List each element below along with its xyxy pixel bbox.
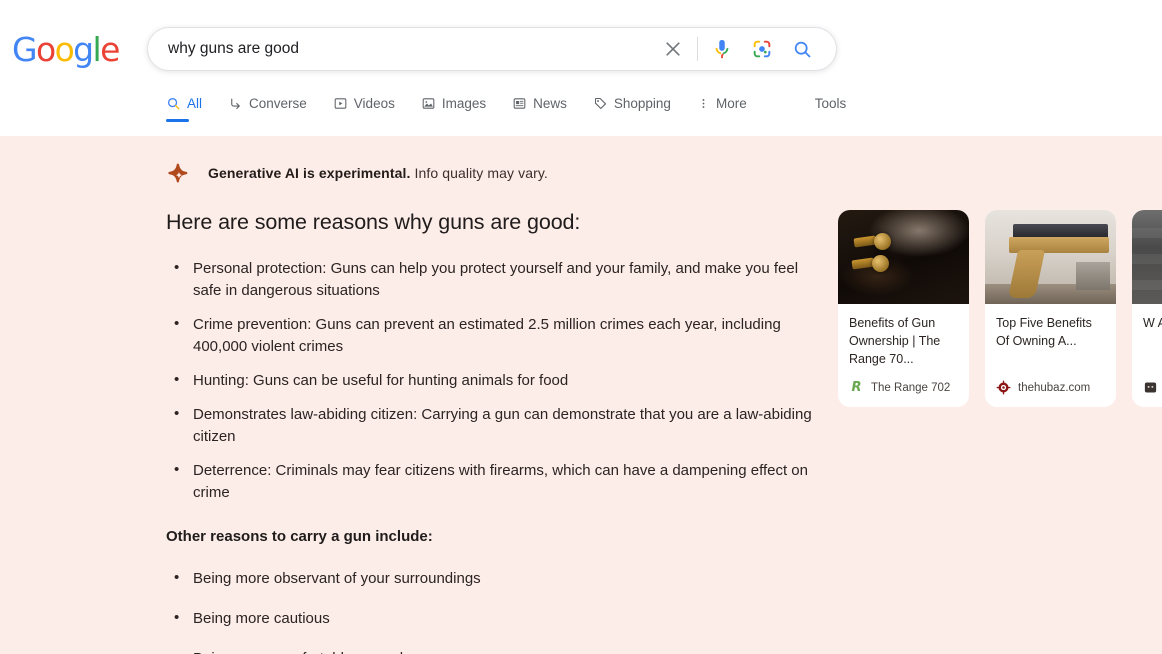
card-body: W Ar fo — [1132, 304, 1162, 368]
ai-answer-subheading: Other reasons to carry a gun include: — [166, 528, 433, 545]
card-thumbnail — [1132, 210, 1162, 304]
ai-answer: Here are some reasons why guns are good:… — [166, 208, 816, 654]
ai-source-cards: Benefits of Gun Ownership | The Range 70… — [838, 210, 1162, 407]
logo-letter-o1: o — [35, 30, 56, 69]
google-logo[interactable]: Google — [12, 30, 120, 69]
logo-letter-o2: o — [54, 30, 75, 69]
tab-videos[interactable]: Videos — [333, 96, 408, 122]
tab-news[interactable]: News — [512, 96, 580, 122]
concrete-wall-image — [1132, 210, 1162, 304]
ai-disclaimer-text: Generative AI is experimental. Info qual… — [208, 165, 548, 181]
tab-images[interactable]: Images — [421, 96, 499, 122]
logo-letter-g: g — [73, 30, 94, 69]
card-source: R The Range 702 — [838, 368, 969, 407]
card-source-name: thehubaz.com — [1018, 381, 1091, 394]
source-card[interactable]: Top Five Benefits Of Owning A... thehuba… — [985, 210, 1116, 407]
tag-icon — [594, 97, 606, 110]
tab-videos-label: Videos — [353, 96, 395, 111]
search-tabs: All Converse Videos Images News Shopping… — [166, 96, 846, 122]
card-source — [1132, 368, 1162, 407]
card-title: Benefits of Gun Ownership | The Range 70… — [849, 316, 941, 366]
card-title: W Ar fo — [1143, 316, 1162, 330]
tab-shopping[interactable]: Shopping — [593, 96, 684, 122]
card-thumbnail — [838, 210, 969, 304]
source-card[interactable]: W Ar fo — [1132, 210, 1162, 407]
search-bar-actions — [653, 29, 836, 69]
list-item: Personal protection: Guns can help you p… — [166, 257, 816, 302]
generic-dark-icon — [1143, 380, 1158, 395]
logo-letter-G: G — [12, 30, 38, 69]
sparkle-icon — [168, 163, 188, 183]
generative-ai-panel: Generative AI is experimental. Info qual… — [0, 136, 1162, 654]
ai-disclaimer: Generative AI is experimental. Info qual… — [166, 160, 548, 186]
video-icon — [334, 98, 347, 109]
converse-arrow-icon — [231, 98, 240, 110]
tab-all-label: All — [187, 96, 203, 111]
ai-answer-bullet-list: Personal protection: Guns can help you p… — [166, 257, 816, 504]
microphone-icon — [715, 39, 729, 59]
tab-images-label: Images — [441, 96, 487, 111]
card-body: Benefits of Gun Ownership | The Range 70… — [838, 304, 969, 368]
logo-letter-l: l — [92, 30, 102, 69]
list-item: Demonstrates law-abiding citizen: Carryi… — [166, 403, 816, 448]
image-icon — [422, 98, 435, 109]
search-bar[interactable] — [147, 27, 837, 71]
clear-search-button[interactable] — [653, 29, 693, 69]
tab-more[interactable]: More — [697, 96, 760, 122]
thehubaz-target-icon — [996, 380, 1011, 395]
site-icon — [1144, 382, 1157, 393]
card-body: Top Five Benefits Of Owning A... — [985, 304, 1116, 368]
close-icon — [666, 42, 680, 56]
ai-disclaimer-rest: Info quality may vary. — [410, 165, 548, 181]
google-lens-icon — [753, 40, 771, 58]
list-item: Hunting: Guns can be useful for hunting … — [166, 369, 816, 392]
news-icon — [513, 98, 526, 109]
google-search-results-page: Google why guns are good All Converse Vi… — [0, 0, 1162, 654]
tab-converse[interactable]: Converse — [228, 96, 320, 122]
bullets-smoke-image — [838, 210, 969, 304]
search-input[interactable] — [148, 40, 653, 58]
card-title: Top Five Benefits Of Owning A... — [996, 316, 1092, 348]
target-icon — [996, 380, 1011, 395]
source-card[interactable]: Benefits of Gun Ownership | The Range 70… — [838, 210, 969, 407]
tab-news-label: News — [533, 96, 567, 111]
search-divider — [697, 37, 698, 61]
search-submit-button[interactable] — [782, 29, 822, 69]
gold-pistol-image — [985, 210, 1116, 304]
tab-shopping-label: Shopping — [613, 96, 671, 111]
list-item: Being more comfortable around guns — [166, 647, 816, 654]
search-icon — [167, 97, 180, 110]
card-source: thehubaz.com — [985, 368, 1116, 407]
ai-answer-sub-bullet-list: Being more observant of your surrounding… — [166, 567, 816, 654]
tab-more-label: More — [715, 96, 747, 111]
range702-r-icon: R — [851, 380, 862, 395]
logo-letter-e: e — [100, 30, 120, 69]
tab-all[interactable]: All — [166, 96, 215, 122]
page-header: Google why guns are good All Converse Vi… — [0, 0, 1162, 136]
ai-disclaimer-bold: Generative AI is experimental. — [208, 165, 411, 181]
tab-converse-label: Converse — [249, 96, 307, 111]
more-dots-icon — [702, 99, 705, 108]
card-thumbnail — [985, 210, 1116, 304]
voice-search-button[interactable] — [702, 29, 742, 69]
tools-button[interactable]: Tools — [815, 96, 847, 122]
card-source-name: The Range 702 — [871, 381, 951, 394]
lens-search-button[interactable] — [742, 29, 782, 69]
list-item: Being more cautious — [166, 607, 816, 630]
list-item: Being more observant of your surrounding… — [166, 567, 816, 590]
list-item: Deterrence: Criminals may fear citizens … — [166, 459, 816, 504]
search-icon — [794, 41, 810, 57]
ai-answer-heading: Here are some reasons why guns are good: — [166, 210, 581, 234]
list-item: Crime prevention: Guns can prevent an es… — [166, 313, 816, 358]
